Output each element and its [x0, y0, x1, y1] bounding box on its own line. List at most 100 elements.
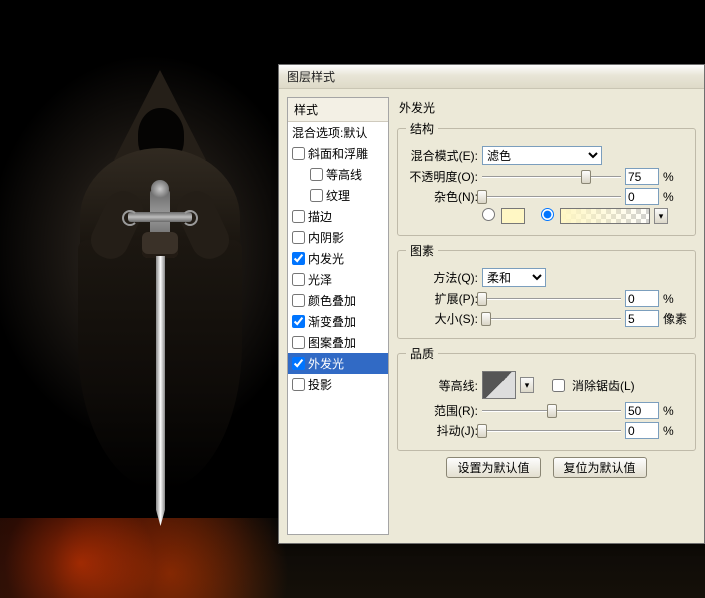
- color-swatch[interactable]: [501, 208, 525, 224]
- hands: [142, 232, 178, 258]
- set-default-button[interactable]: 设置为默认值: [446, 457, 540, 478]
- size-slider[interactable]: [482, 311, 621, 327]
- style-label: 内阴影: [308, 229, 344, 246]
- style-row[interactable]: 纹理: [288, 185, 388, 206]
- pct-unit: %: [663, 170, 687, 184]
- range-input[interactable]: [625, 402, 659, 419]
- style-checkbox[interactable]: [292, 336, 305, 349]
- guard-spiral-right: [182, 210, 198, 226]
- style-label: 描边: [308, 208, 332, 225]
- default-buttons-row: 设置为默认值 复位为默认值: [397, 457, 696, 478]
- style-row[interactable]: 描边: [288, 206, 388, 227]
- style-checkbox[interactable]: [310, 189, 323, 202]
- jitter-slider[interactable]: [482, 423, 621, 439]
- style-checkbox[interactable]: [292, 273, 305, 286]
- pct-unit: %: [663, 292, 687, 306]
- contour-swatch[interactable]: [482, 371, 516, 399]
- size-label: 大小(S):: [406, 310, 478, 327]
- canvas-area: 图层样式 样式 混合选项:默认 斜面和浮雕等高线纹理描边内阴影内发光光泽颜色叠加…: [0, 0, 705, 598]
- style-row[interactable]: 颜色叠加: [288, 290, 388, 311]
- style-row[interactable]: 光泽: [288, 269, 388, 290]
- style-row[interactable]: 图案叠加: [288, 332, 388, 353]
- style-row[interactable]: 内阴影: [288, 227, 388, 248]
- style-checkbox[interactable]: [292, 357, 305, 370]
- style-row[interactable]: 渐变叠加: [288, 311, 388, 332]
- size-input[interactable]: [625, 310, 659, 327]
- opacity-label: 不透明度(O):: [406, 168, 478, 185]
- pct-unit: %: [663, 404, 687, 418]
- blend-mode-select[interactable]: 滤色: [482, 146, 602, 165]
- elements-legend: 图素: [406, 242, 438, 259]
- px-unit: 像素: [663, 310, 687, 327]
- sword-blade: [156, 256, 165, 526]
- style-checkbox[interactable]: [292, 231, 305, 244]
- style-label: 图案叠加: [308, 334, 356, 351]
- solid-color-radio[interactable]: [482, 208, 495, 221]
- jitter-label: 抖动(J):: [406, 422, 478, 439]
- style-checkbox[interactable]: [292, 315, 305, 328]
- gradient-dropdown-icon[interactable]: ▾: [654, 208, 668, 224]
- settings-panel: 外发光 结构 混合模式(E): 滤色 不透明度(O):: [395, 97, 704, 535]
- structure-legend: 结构: [406, 120, 438, 137]
- technique-label: 方法(Q):: [406, 269, 478, 286]
- noise-slider[interactable]: [482, 189, 621, 205]
- dialog-body: 样式 混合选项:默认 斜面和浮雕等高线纹理描边内阴影内发光光泽颜色叠加渐变叠加图…: [279, 89, 704, 543]
- styles-list: 样式 混合选项:默认 斜面和浮雕等高线纹理描边内阴影内发光光泽颜色叠加渐变叠加图…: [287, 97, 389, 535]
- range-slider[interactable]: [482, 403, 621, 419]
- opacity-slider[interactable]: [482, 169, 621, 185]
- panel-title: 外发光: [397, 97, 696, 120]
- quality-legend: 品质: [406, 345, 438, 362]
- style-checkbox[interactable]: [292, 378, 305, 391]
- styles-header: 样式: [288, 98, 388, 122]
- technique-select[interactable]: 柔和: [482, 268, 546, 287]
- quality-group: 品质 等高线: ▾ 消除锯齿(L) 范围(R):: [397, 345, 696, 451]
- hooded-figure: [60, 70, 260, 510]
- style-checkbox[interactable]: [310, 168, 323, 181]
- range-label: 范围(R):: [406, 402, 478, 419]
- style-row[interactable]: 内发光: [288, 248, 388, 269]
- structure-group: 结构 混合模式(E): 滤色 不透明度(O): %: [397, 120, 696, 236]
- color-radio-wrap[interactable]: [482, 208, 497, 224]
- pct-unit: %: [663, 424, 687, 438]
- style-label: 颜色叠加: [308, 292, 356, 309]
- style-row[interactable]: 等高线: [288, 164, 388, 185]
- noise-input[interactable]: [625, 188, 659, 205]
- blend-options-label: 混合选项:默认: [292, 124, 367, 141]
- guard-spiral-left: [122, 210, 138, 226]
- elements-group: 图素 方法(Q): 柔和 扩展(P): %: [397, 242, 696, 339]
- gradient-radio-wrap[interactable]: [541, 208, 556, 224]
- opacity-input[interactable]: [625, 168, 659, 185]
- style-checkbox[interactable]: [292, 147, 305, 160]
- blend-options-row[interactable]: 混合选项:默认: [288, 122, 388, 143]
- contour-dropdown-icon[interactable]: ▾: [520, 377, 534, 393]
- style-label: 渐变叠加: [308, 313, 356, 330]
- style-label: 等高线: [326, 166, 362, 183]
- style-label: 外发光: [308, 355, 344, 372]
- style-checkbox[interactable]: [292, 294, 305, 307]
- jitter-input[interactable]: [625, 422, 659, 439]
- style-row[interactable]: 外发光: [288, 353, 388, 374]
- spread-slider[interactable]: [482, 291, 621, 307]
- anti-alias-checkbox[interactable]: [552, 379, 565, 392]
- reset-default-button[interactable]: 复位为默认值: [553, 457, 647, 478]
- noise-label: 杂色(N):: [406, 188, 478, 205]
- pct-unit: %: [663, 190, 687, 204]
- dialog-title: 图层样式: [287, 68, 335, 85]
- style-checkbox[interactable]: [292, 210, 305, 223]
- dialog-titlebar[interactable]: 图层样式: [279, 65, 704, 89]
- blend-mode-label: 混合模式(E):: [406, 147, 478, 164]
- style-row[interactable]: 斜面和浮雕: [288, 143, 388, 164]
- gradient-swatch[interactable]: [560, 208, 650, 224]
- anti-alias-label: 消除锯齿(L): [572, 377, 635, 394]
- gradient-radio[interactable]: [541, 208, 554, 221]
- style-label: 内发光: [308, 250, 344, 267]
- style-label: 光泽: [308, 271, 332, 288]
- contour-label: 等高线:: [406, 377, 478, 394]
- style-label: 斜面和浮雕: [308, 145, 368, 162]
- style-row[interactable]: 投影: [288, 374, 388, 395]
- style-checkbox[interactable]: [292, 252, 305, 265]
- spread-input[interactable]: [625, 290, 659, 307]
- spread-label: 扩展(P):: [406, 290, 478, 307]
- style-label: 投影: [308, 376, 332, 393]
- layer-style-dialog: 图层样式 样式 混合选项:默认 斜面和浮雕等高线纹理描边内阴影内发光光泽颜色叠加…: [278, 64, 705, 544]
